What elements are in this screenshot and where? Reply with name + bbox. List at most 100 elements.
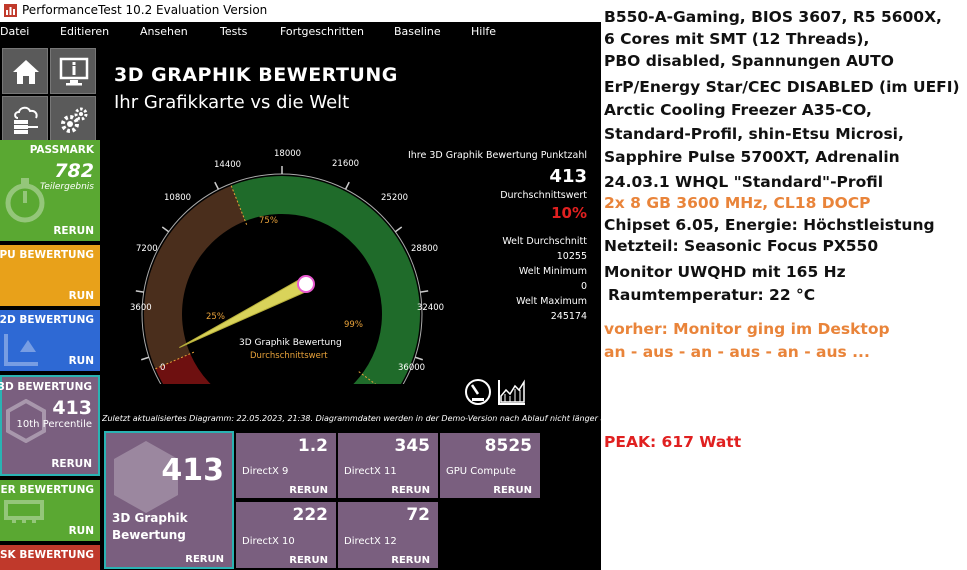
gpu-compute-label: GPU Compute bbox=[446, 466, 516, 477]
sidebar: PASSMARK 782 Teilergebnis RERUN CPU BEWE… bbox=[0, 44, 100, 570]
title-bar: PerformanceTest 10.2 Evaluation Version bbox=[0, 0, 601, 22]
gauge-pct-99: 99% bbox=[344, 320, 363, 330]
world-max-label: Welt Maximum bbox=[516, 296, 587, 307]
gauge-tick-28800: 28800 bbox=[411, 244, 439, 254]
gauge-pct-75: 75% bbox=[259, 216, 278, 226]
gauge-tick-mark bbox=[344, 181, 350, 190]
tile-cpu[interactable]: CPU BEWERTUNG RUN bbox=[0, 245, 100, 306]
gauge-tick-25200: 25200 bbox=[381, 193, 409, 203]
summary-score: 413 bbox=[161, 453, 224, 488]
note-line-2: 6 Cores mit SMT (12 Threads), bbox=[604, 30, 870, 48]
tile-3d[interactable]: 3D BEWERTUNG 413 10th Percentile RERUN bbox=[0, 375, 100, 476]
cpu-run[interactable]: RUN bbox=[69, 290, 94, 302]
monitor-info-icon bbox=[59, 57, 89, 86]
speedometer-view-icon[interactable] bbox=[464, 378, 492, 406]
gauge-tick-mark bbox=[420, 290, 429, 293]
summary-label-2: Bewertung bbox=[112, 528, 186, 542]
note-line-10: Chipset 6.05, Energie: Höchstleistung bbox=[604, 216, 935, 234]
directx11-value: 345 bbox=[394, 436, 431, 456]
world-max: 245174 bbox=[550, 311, 587, 322]
menu-tests[interactable]: Tests bbox=[220, 25, 247, 38]
menu-editieren[interactable]: Editieren bbox=[60, 25, 109, 38]
test-directx11-tile[interactable]: 345 DirectX 11 RERUN bbox=[338, 433, 438, 498]
directx12-rerun[interactable]: RERUN bbox=[391, 555, 430, 566]
gauge-tick-7200: 7200 bbox=[136, 244, 158, 254]
directx10-value: 222 bbox=[292, 505, 329, 525]
test-directx12-tile[interactable]: 72 DirectX 12 RERUN bbox=[338, 502, 438, 568]
gauge-tick-21600: 21600 bbox=[332, 159, 360, 169]
gauge-tick-10800: 10800 bbox=[164, 193, 192, 203]
directx10-rerun[interactable]: RERUN bbox=[289, 555, 328, 566]
cloud-button[interactable] bbox=[2, 96, 48, 142]
menu-ansehen[interactable]: Ansehen bbox=[140, 25, 188, 38]
settings-button[interactable] bbox=[50, 96, 96, 142]
summary-label-1: 3D Graphik bbox=[112, 511, 188, 525]
gauge-tick-36000: 36000 bbox=[398, 363, 426, 373]
window-title: PerformanceTest 10.2 Evaluation Version bbox=[22, 3, 268, 17]
test-gpu-compute-tile[interactable]: 8525 GPU Compute RERUN bbox=[440, 433, 540, 498]
3d-percentile: 10th Percentile bbox=[16, 419, 93, 430]
menu-bar: Datei Editieren Ansehen Tests Fortgeschr… bbox=[0, 22, 601, 42]
gauge-center-sub: Durchschnittswert bbox=[250, 351, 328, 361]
gauge-tick-mark bbox=[135, 290, 144, 293]
note-line-6: Standard-Profil, shin-Etsu Microsi, bbox=[604, 125, 904, 143]
memory-chip-icon bbox=[4, 500, 44, 523]
page-subtitle: Ihr Grafikkarte vs die Welt bbox=[114, 92, 350, 113]
gauge-center-title: 3D Graphik Bewertung bbox=[239, 338, 342, 348]
world-min: 0 bbox=[580, 281, 587, 292]
tile-disk[interactable]: DISK BEWERTUNG bbox=[0, 545, 100, 570]
note-line-7: Sapphire Pulse 5700XT, Adrenalin bbox=[604, 148, 900, 166]
menu-datei[interactable]: Datei bbox=[0, 25, 29, 38]
memory-title: CHER BEWERTUNG bbox=[0, 484, 94, 496]
3d-title: 3D BEWERTUNG bbox=[0, 381, 92, 393]
gpu-compute-rerun[interactable]: RERUN bbox=[493, 485, 532, 496]
passmark-score: 782 bbox=[54, 160, 94, 182]
home-button[interactable] bbox=[2, 48, 48, 94]
menu-hilfe[interactable]: Hilfe bbox=[471, 25, 496, 38]
gauge-tick-mark bbox=[161, 226, 170, 233]
gauge-tick-0: 0 bbox=[160, 363, 166, 373]
summary-3d-tile[interactable]: 413 3D Graphik Bewertung RERUN bbox=[104, 431, 234, 569]
gpu-compute-value: 8525 bbox=[484, 436, 532, 456]
gauge-tick-14400: 14400 bbox=[214, 160, 242, 170]
note-line-9: 2x 8 GB 3600 MHz, CL18 DOCP bbox=[604, 194, 871, 212]
avg-label: Durchschnittswert bbox=[500, 190, 587, 201]
tile-2d[interactable]: 2D BEWERTUNG RUN bbox=[0, 310, 100, 371]
3d-rerun[interactable]: RERUN bbox=[51, 458, 92, 470]
your-score-label: Ihre 3D Graphik Bewertung Punktzahl bbox=[407, 150, 587, 161]
test-directx9-tile[interactable]: 1.2 DirectX 9 RERUN bbox=[236, 433, 336, 498]
tile-memory[interactable]: CHER BEWERTUNG RUN bbox=[0, 480, 100, 541]
annotation-notes: B550-A-Gaming, BIOS 3607, R5 5600X, 6 Co… bbox=[602, 0, 967, 570]
directx9-rerun[interactable]: RERUN bbox=[289, 485, 328, 496]
gauge-tick-mark bbox=[214, 181, 220, 190]
tile-passmark[interactable]: PASSMARK 782 Teilergebnis RERUN bbox=[0, 140, 100, 241]
passmark-title: PASSMARK bbox=[29, 144, 94, 156]
note-line-4: ErP/Energy Star/CEC DISABLED (im UEFI) bbox=[604, 78, 960, 96]
gauge-tick-32400: 32400 bbox=[417, 303, 445, 313]
avg-percent: 10% bbox=[551, 204, 587, 222]
directx10-label: DirectX 10 bbox=[242, 536, 295, 547]
summary-rerun[interactable]: RERUN bbox=[185, 554, 224, 565]
performancetest-window: PerformanceTest 10.2 Evaluation Version … bbox=[0, 0, 601, 570]
gauge-tick-mark bbox=[141, 356, 150, 361]
directx9-value: 1.2 bbox=[297, 436, 328, 456]
diagram-update-note: Zuletzt aktualisiertes Diagramm: 22.05.2… bbox=[102, 414, 601, 423]
test-directx10-tile[interactable]: 222 DirectX 10 RERUN bbox=[236, 502, 336, 568]
note-line-15: an - aus - an - aus - an - aus ... bbox=[604, 343, 870, 361]
2d-run[interactable]: RUN bbox=[69, 355, 94, 367]
gauge-pct-25: 25% bbox=[206, 312, 225, 322]
directx11-rerun[interactable]: RERUN bbox=[391, 485, 430, 496]
world-avg: 10255 bbox=[556, 251, 587, 262]
menu-baseline[interactable]: Baseline bbox=[394, 25, 441, 38]
3d-score: 413 bbox=[52, 397, 92, 419]
chart-view-icon[interactable] bbox=[497, 378, 527, 406]
2d-shape-icon bbox=[4, 334, 38, 366]
disk-title: DISK BEWERTUNG bbox=[0, 549, 94, 561]
directx12-value: 72 bbox=[406, 505, 430, 525]
system-info-button[interactable] bbox=[50, 48, 96, 94]
menu-fortgeschritten[interactable]: Fortgeschritten bbox=[280, 25, 364, 38]
gauge-tick-mark bbox=[394, 226, 403, 233]
passmark-rerun[interactable]: RERUN bbox=[53, 225, 94, 237]
world-min-label: Welt Minimum bbox=[518, 266, 587, 277]
memory-run[interactable]: RUN bbox=[69, 525, 94, 537]
